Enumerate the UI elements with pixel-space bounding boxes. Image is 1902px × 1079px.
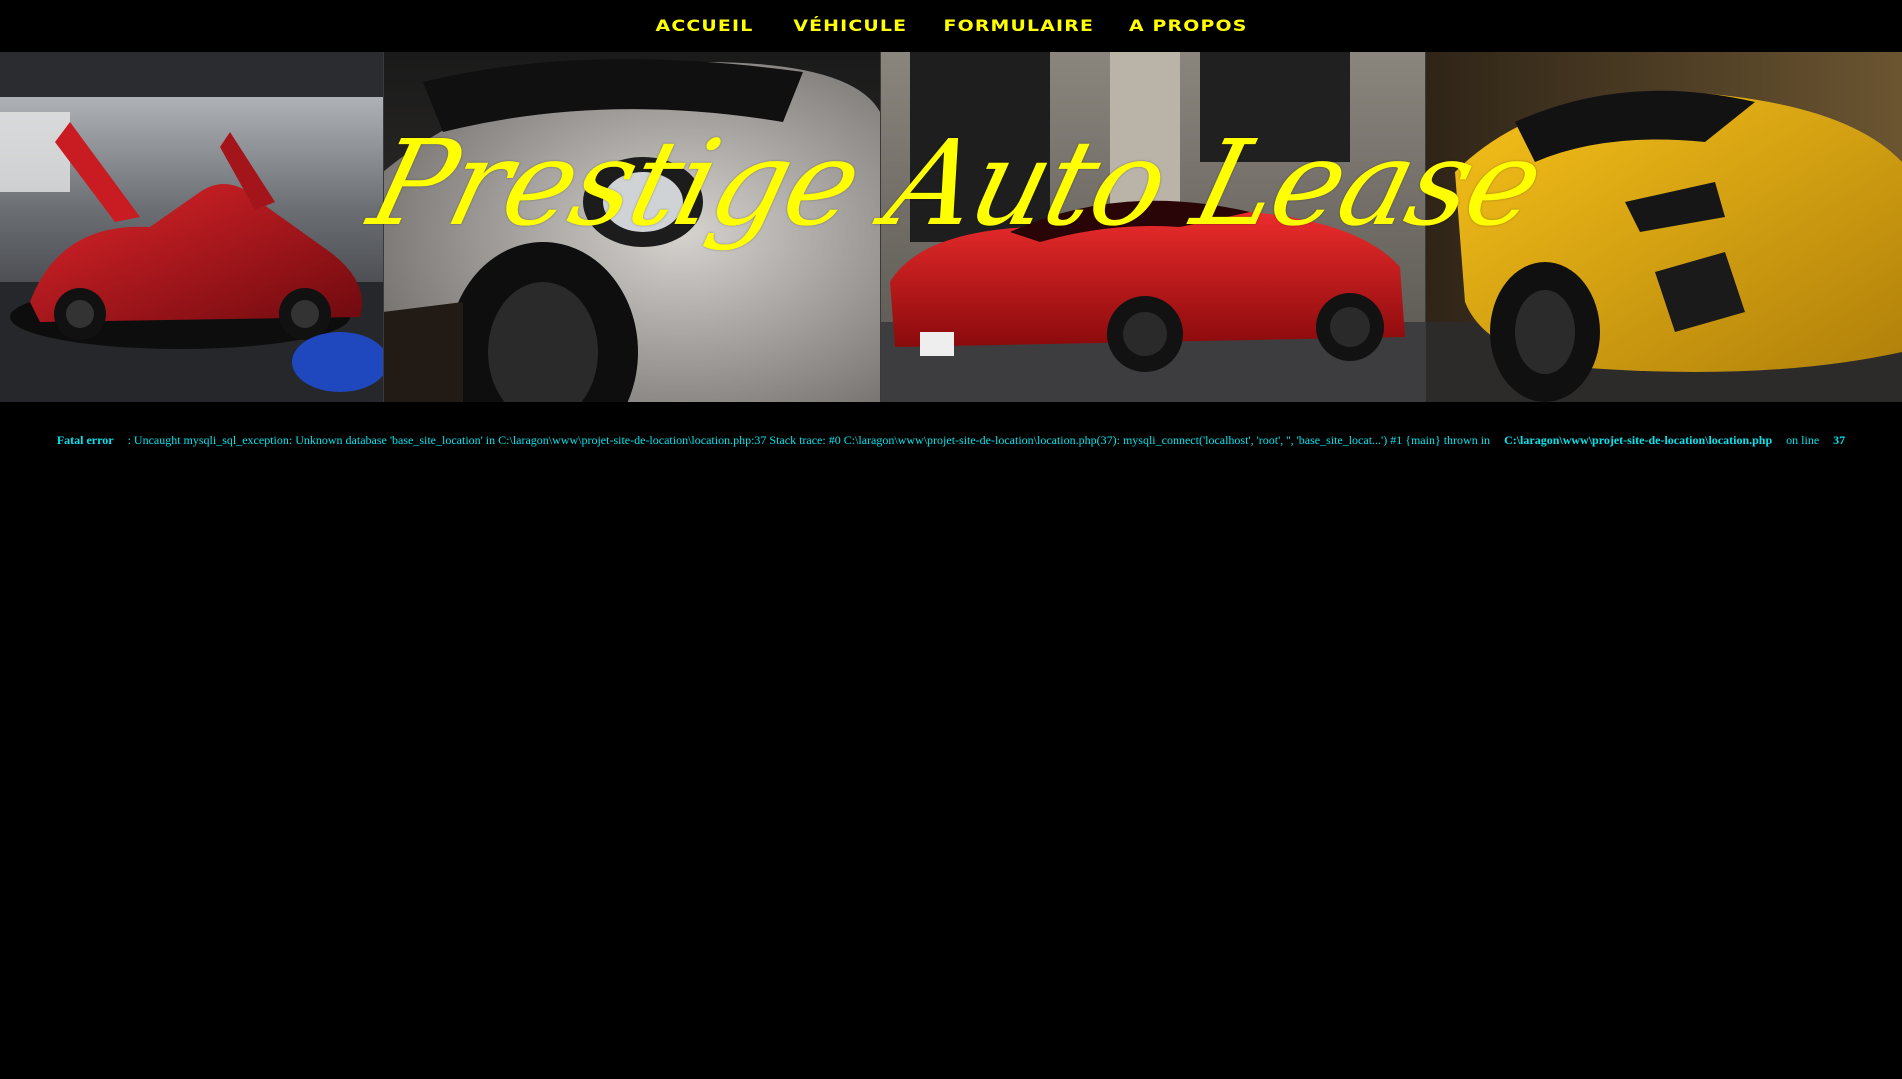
banner-photo-white-sports-car (383, 52, 880, 402)
nav-link-vehicule[interactable]: VÉHICULE (784, 0, 917, 52)
photo-divider (880, 52, 881, 402)
banner-photo-red-grand-tourer (880, 52, 1425, 402)
error-line-number: 37 (1833, 433, 1846, 447)
banner-photo-yellow-supercar (1425, 52, 1902, 402)
error-message: : Uncaught mysqli_sql_exception: Unknown… (127, 433, 1491, 447)
error-label: Fatal error (56, 433, 114, 447)
hero-banner: Prestige Auto Lease (0, 52, 1902, 402)
main-navigation: ACCUEIL VÉHICULE FORMULAIRE A PROPOS (0, 0, 1902, 52)
photo-divider (383, 52, 384, 402)
error-file-path: C:\laragon\www\projet-site-de-location\l… (1504, 433, 1773, 447)
photo-divider (1425, 52, 1426, 402)
nav-link-formulaire[interactable]: FORMULAIRE (934, 0, 1103, 52)
nav-link-accueil[interactable]: ACCUEIL (646, 0, 763, 52)
banner-photo-red-supercar (0, 52, 383, 402)
php-fatal-error-message: Fatal error : Uncaught mysqli_sql_excepti… (0, 433, 1902, 448)
nav-link-a-propos[interactable]: A PROPOS (1120, 0, 1257, 52)
error-on-line-text: on line (1786, 433, 1820, 447)
